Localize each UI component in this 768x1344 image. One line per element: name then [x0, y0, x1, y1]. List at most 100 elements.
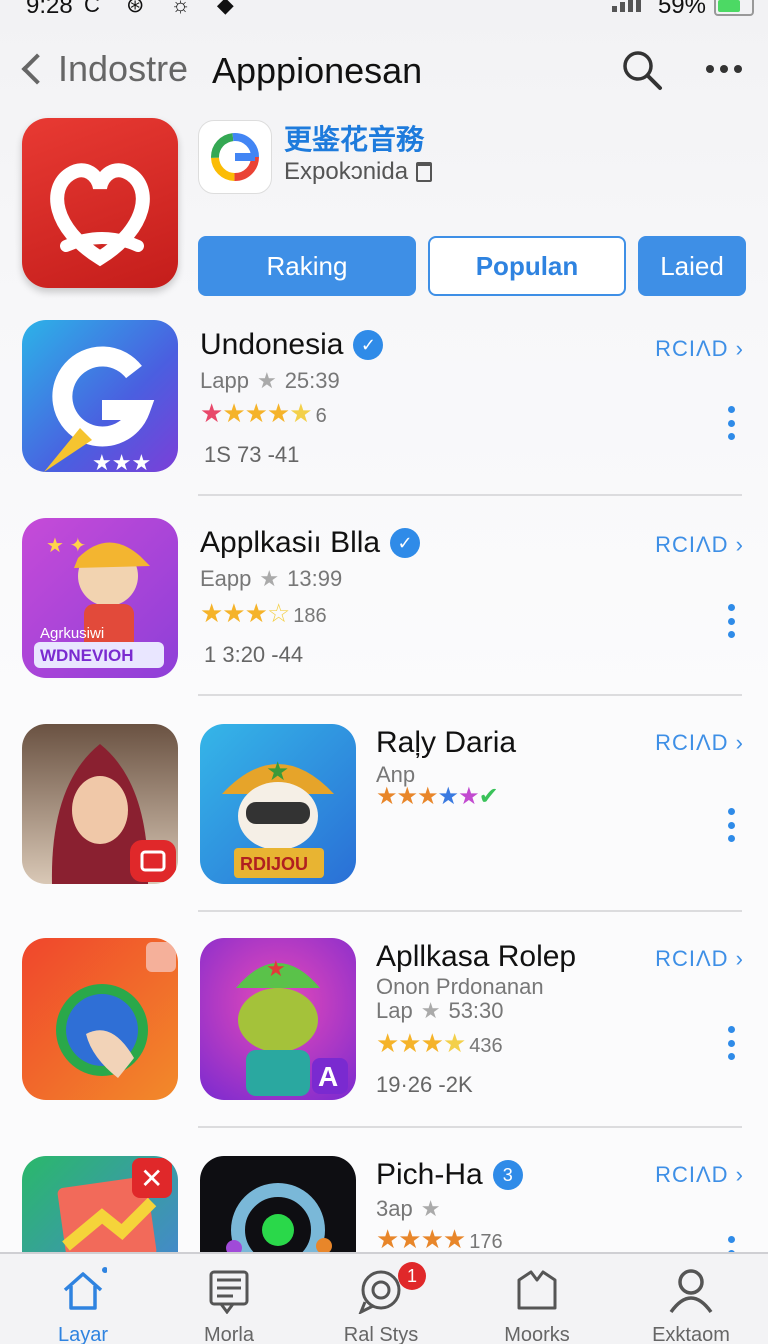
list-item[interactable]: ★ RDIJOU Raļy Daria Anp ★★★★★✔ RCIΛD ›: [0, 724, 768, 894]
app-size: 1S 73 -41: [204, 442, 300, 467]
news-icon: [209, 1270, 249, 1314]
app-name: Undonesia ✓: [200, 328, 384, 362]
tab-news[interactable]: Morla: [154, 1254, 304, 1344]
tab-label: Morla: [203, 1324, 254, 1344]
battery-icon: [714, 0, 754, 16]
rating-count: 176: [469, 1231, 503, 1252]
app-category: Eapp: [200, 566, 252, 591]
read-button[interactable]: RCIΛD ›: [655, 336, 744, 362]
svg-text:★: ★: [266, 756, 289, 786]
game-app-icon[interactable]: [200, 1156, 356, 1252]
app-icon[interactable]: [22, 938, 178, 1100]
list-item[interactable]: ★ ✦ Agrkusiwi WDNEVIOH Applkasiı Blla ✓ …: [0, 518, 768, 688]
app-icon[interactable]: ✕: [22, 1156, 178, 1252]
app-name: Applkasiı Blla ✓: [200, 526, 421, 560]
chevron-left-icon: [21, 53, 53, 85]
tab-popular[interactable]: Populan: [428, 236, 626, 296]
kebab-menu-icon[interactable]: [728, 604, 736, 638]
verified-icon: 3: [492, 1160, 523, 1190]
app-time: 25:39: [284, 368, 340, 393]
segment-tabs: Raking Populan Laied: [198, 236, 746, 296]
star-icon: ★: [259, 566, 280, 591]
app-icon[interactable]: ★★★: [22, 320, 178, 472]
tab-home[interactable]: Layar: [8, 1254, 158, 1344]
list-item[interactable]: ✕ Pich-Ha 3 3ap ★ ★★★★ 176 RCIΛD ›: [0, 1156, 768, 1252]
app-name: Pich-Ha 3: [376, 1158, 523, 1192]
tab-label: Layar: [57, 1324, 109, 1344]
app-size: 19·26 -2K: [376, 1072, 473, 1097]
back-label: Indostre: [58, 48, 189, 89]
kebab-menu-icon[interactable]: [728, 1236, 736, 1252]
home-icon: [63, 1267, 107, 1310]
divider: [198, 494, 742, 496]
trash-icon[interactable]: [416, 162, 433, 182]
app-name: Raļy Daria: [376, 726, 517, 759]
game-app-icon[interactable]: ★ A: [200, 938, 356, 1100]
svg-text:★ ✦: ★ ✦: [46, 535, 86, 557]
svg-text:★★★: ★★★: [92, 450, 151, 472]
read-button[interactable]: RCIΛD ›: [655, 532, 744, 558]
nav-bar: Indostre Apppionesan: [0, 40, 768, 110]
verified-icon: ✓: [390, 528, 421, 558]
list-item[interactable]: ★★★ Undonesia ✓ Lapp ★ 25:39 ★★★★★ 6 1S 73 …: [0, 320, 768, 490]
app-meta: 3ap ★: [376, 1196, 448, 1222]
read-button[interactable]: RCIΛD ›: [655, 1162, 744, 1188]
tab-profile[interactable]: Exktaom: [616, 1254, 766, 1344]
divider: [198, 694, 742, 696]
app-icon[interactable]: ★ ✦ Agrkusiwi WDNEVIOH: [22, 518, 178, 678]
star-icon: ★: [256, 368, 277, 393]
list-item[interactable]: ★ A Apllkasa Rolep Onon Prdonanan Lap ★ 53…: [0, 938, 768, 1108]
game-app-icon[interactable]: ★ RDIJOU: [200, 724, 356, 884]
google-app-icon[interactable]: [198, 120, 272, 194]
app-store-screen: 9:28 C ⊛ ☼ ◆ 59% Indostre Apppionesan 更鉴…: [0, 0, 768, 1344]
page-title: Apppionesan: [212, 50, 423, 91]
app-category: 3ap: [376, 1196, 413, 1221]
kebab-menu-icon[interactable]: [728, 1026, 736, 1060]
app-name-text: Pich-Ha: [376, 1158, 483, 1191]
person-icon: [669, 1269, 713, 1314]
rating-count: 186: [293, 605, 327, 627]
kebab-menu-icon[interactable]: [728, 808, 736, 842]
svg-text:A: A: [318, 1061, 338, 1092]
divider: [198, 910, 742, 912]
svg-text:★: ★: [266, 956, 286, 981]
more-icon[interactable]: [700, 54, 748, 84]
app-category: Lapp: [200, 368, 249, 393]
rating-stars: ★★★☆ 186: [200, 598, 327, 628]
app-name-text: Undonesia: [200, 328, 344, 361]
kebab-menu-icon[interactable]: [728, 406, 736, 440]
status-time: 9:28: [26, 0, 73, 19]
read-button[interactable]: RCIΛD ›: [655, 730, 744, 756]
header-title: 更鉴花音務: [284, 124, 425, 155]
app-size: 1 3:20 -44: [204, 642, 304, 667]
app-time: 53:30: [448, 998, 504, 1023]
icon-banner: RDIJOU: [240, 854, 308, 874]
back-button[interactable]: Indostre: [18, 48, 188, 90]
rating-count: 436: [469, 1035, 503, 1057]
tab-box[interactable]: Moorks: [462, 1254, 612, 1344]
app-category: Lap: [376, 998, 413, 1023]
divider: [198, 1126, 742, 1128]
featured-app-icon[interactable]: [22, 118, 178, 288]
rating-stars: ★★★★★ 6: [200, 398, 327, 428]
tab-label: Exktaom: [652, 1324, 730, 1344]
app-time: 13:99: [287, 566, 343, 591]
app-publisher: Onon Prdonanan: [376, 974, 544, 999]
battery-percent: 59%: [657, 0, 706, 19]
notification-badge: 1: [398, 1262, 426, 1290]
search-icon[interactable]: [620, 48, 664, 92]
app-meta: Lapp ★ 25:39: [200, 368, 340, 394]
bottom-tab-bar: Layar Morla 1 Ral Stys Moorks Exktaom: [0, 1252, 768, 1344]
rating-stars: ★★★★ 176: [376, 1224, 503, 1252]
tab-ranking[interactable]: Raking: [198, 236, 416, 296]
icon-banner-top: Agrkusiwi: [40, 625, 104, 642]
header-subtitle-text: Expokɔnida: [284, 158, 409, 185]
tab-chat[interactable]: 1 Ral Stys: [306, 1254, 456, 1344]
svg-text:✕: ✕: [140, 1163, 163, 1194]
tab-label: Ral Stys: [343, 1324, 419, 1344]
tab-latest[interactable]: Laied: [638, 236, 746, 296]
read-button[interactable]: RCIΛD ›: [655, 946, 744, 972]
app-icon[interactable]: [22, 724, 178, 884]
star-icon: ★: [420, 1196, 441, 1221]
app-meta: Lap ★ 53:30: [376, 998, 504, 1024]
